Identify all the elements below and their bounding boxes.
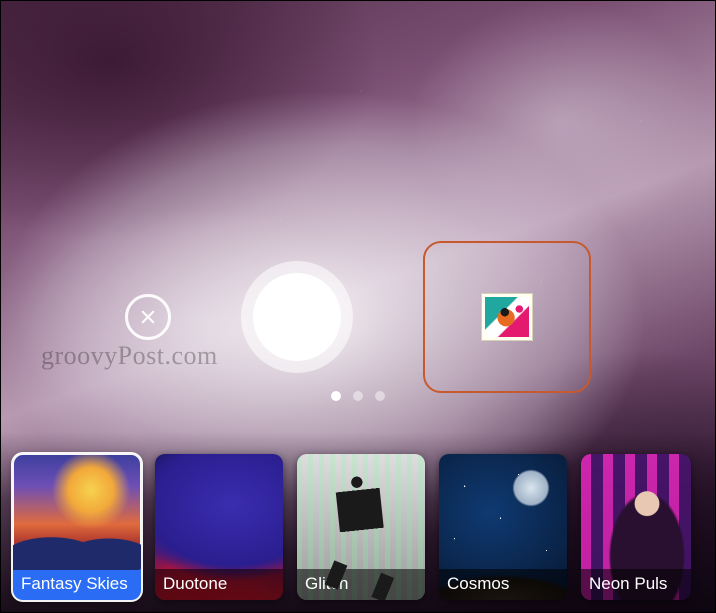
filter-label: Duotone [155,569,283,600]
pagination-dots [1,391,715,401]
pagination-dot-1[interactable] [353,391,363,401]
filter-neon-pulse[interactable]: Neon Puls [581,454,691,600]
filter-fantasy-skies[interactable]: Fantasy Skies [13,454,141,600]
close-icon [139,308,157,326]
filter-label: Cosmos [439,569,567,600]
pagination-dot-0[interactable] [331,391,341,401]
gallery-thumbnail [481,293,533,341]
capture-controls [1,241,715,393]
filter-label: Fantasy Skies [13,569,141,600]
filter-cosmos[interactable]: Cosmos [439,454,567,600]
filter-duotone[interactable]: Duotone [155,454,283,600]
filter-label: Neon Puls [581,569,691,600]
camera-app: groovyPost.com Fantasy SkiesDuotoneGlitc… [0,0,716,613]
filter-label: Glitch [297,569,425,600]
filter-glitch[interactable]: Glitch [297,454,425,600]
pagination-dot-2[interactable] [375,391,385,401]
shutter-inner [253,273,341,361]
gallery-last-photo[interactable] [423,241,591,393]
gallery-thumbnail-image [485,297,529,337]
close-button[interactable] [125,294,171,340]
filter-strip[interactable]: Fantasy Skies Duotone Glitch Cosmos Neon Pul… [1,432,715,612]
shutter-button[interactable] [241,261,353,373]
